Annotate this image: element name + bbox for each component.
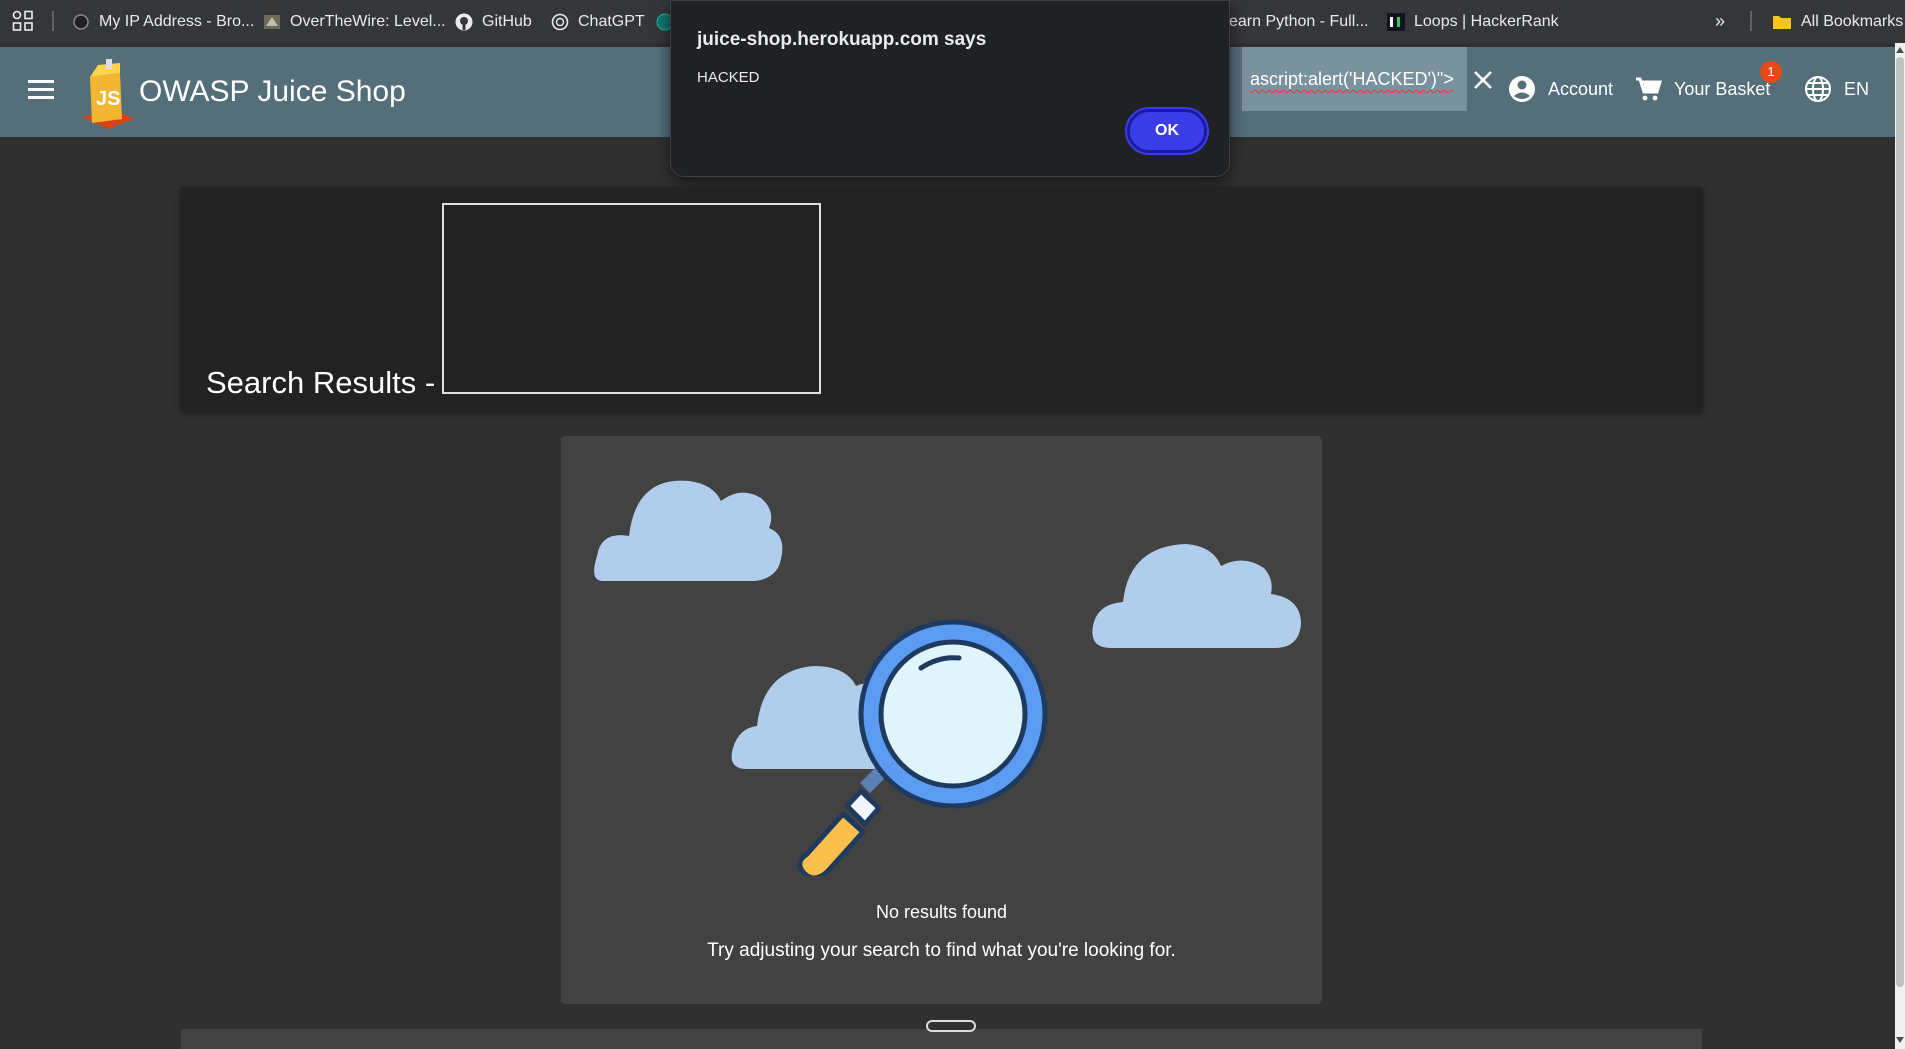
otw-icon: [264, 14, 280, 29]
app-title[interactable]: OWASP Juice Shop: [139, 75, 406, 109]
bookmark-my-ip[interactable]: My IP Address - Bro...: [72, 0, 254, 43]
scroll-up-arrow[interactable]: [1896, 47, 1904, 53]
folder-icon: [1773, 15, 1791, 29]
account-label: Account: [1548, 78, 1614, 99]
juice-shop-logo[interactable]: JS: [76, 59, 138, 129]
scrollbar-thumb[interactable]: [1896, 57, 1904, 987]
bookmark-label: ChatGPT: [578, 12, 645, 30]
search-input[interactable]: ascript:alert('HACKED')">: [1242, 47, 1467, 111]
footer-strip: [181, 1029, 1702, 1049]
no-results-illustration: [594, 480, 1301, 876]
dialog-message: HACKED: [697, 69, 760, 86]
dialog-title: juice-shop.herokuapp.com says: [697, 29, 987, 50]
account-button[interactable]: Account: [1508, 75, 1613, 103]
search-results-label: Search Results -: [206, 365, 436, 400]
search-value: ascript:alert('HACKED')">: [1250, 69, 1454, 89]
drag-handle[interactable]: [926, 1020, 976, 1032]
basket-label: Your Basket: [1674, 78, 1771, 99]
alert-dialog: juice-shop.herokuapp.com says HACKED OK: [670, 0, 1230, 177]
basket-button[interactable]: Your Basket: [1634, 75, 1770, 103]
bookmark-learn-python[interactable]: earn Python - Full...: [1229, 0, 1369, 43]
menu-icon[interactable]: [28, 80, 54, 102]
scroll-down-arrow[interactable]: [1896, 1037, 1904, 1043]
search-results-header: Search Results -: [181, 187, 1702, 411]
basket-count-badge: 1: [1760, 61, 1782, 83]
cloud-icon: [594, 480, 783, 581]
globe-icon: [1805, 76, 1831, 102]
svg-text:JS: JS: [96, 88, 120, 110]
bookmark-label: earn Python - Full...: [1229, 12, 1369, 30]
bookmark-label: My IP Address - Bro...: [99, 12, 255, 30]
github-icon: [455, 13, 473, 30]
hackerrank-icon: [1387, 12, 1405, 31]
language-button[interactable]: EN: [1804, 75, 1869, 103]
no-results-card: No results found Try adjusting your sear…: [561, 436, 1322, 1004]
chatgpt-icon: [551, 13, 569, 30]
globe-icon: [73, 13, 89, 30]
all-bookmarks-button[interactable]: All Bookmarks: [1772, 0, 1903, 43]
bookmark-github[interactable]: GitHub: [455, 0, 532, 43]
apps-grid-icon[interactable]: [12, 10, 34, 32]
bookmark-separator: [1750, 11, 1752, 31]
account-circle-icon: [1509, 76, 1535, 102]
page-scrollbar[interactable]: [1895, 43, 1905, 1049]
language-label: EN: [1844, 78, 1870, 99]
ok-button[interactable]: OK: [1127, 109, 1207, 153]
cloud-icon: [1092, 544, 1301, 648]
no-results-hint: Try adjusting your search to find what y…: [707, 940, 1176, 961]
bookmark-overthewire[interactable]: OverTheWire: Level...: [263, 0, 446, 43]
shopping-cart-icon: [1636, 77, 1662, 101]
no-results-title: No results found: [875, 902, 1008, 922]
bookmark-separator: [52, 11, 54, 31]
bookmark-label: Loops | HackerRank: [1414, 12, 1559, 30]
all-bookmarks-label: All Bookmarks: [1801, 12, 1904, 30]
bookmark-chatgpt[interactable]: ChatGPT: [551, 0, 645, 43]
injected-iframe[interactable]: [442, 203, 821, 394]
bookmark-label: OverTheWire: Level...: [290, 12, 446, 30]
more-bookmarks-button[interactable]: »: [1715, 0, 1725, 43]
bookmark-hackerrank[interactable]: Loops | HackerRank: [1387, 0, 1559, 43]
close-icon[interactable]: [1472, 69, 1494, 91]
bookmark-label: GitHub: [482, 12, 532, 30]
